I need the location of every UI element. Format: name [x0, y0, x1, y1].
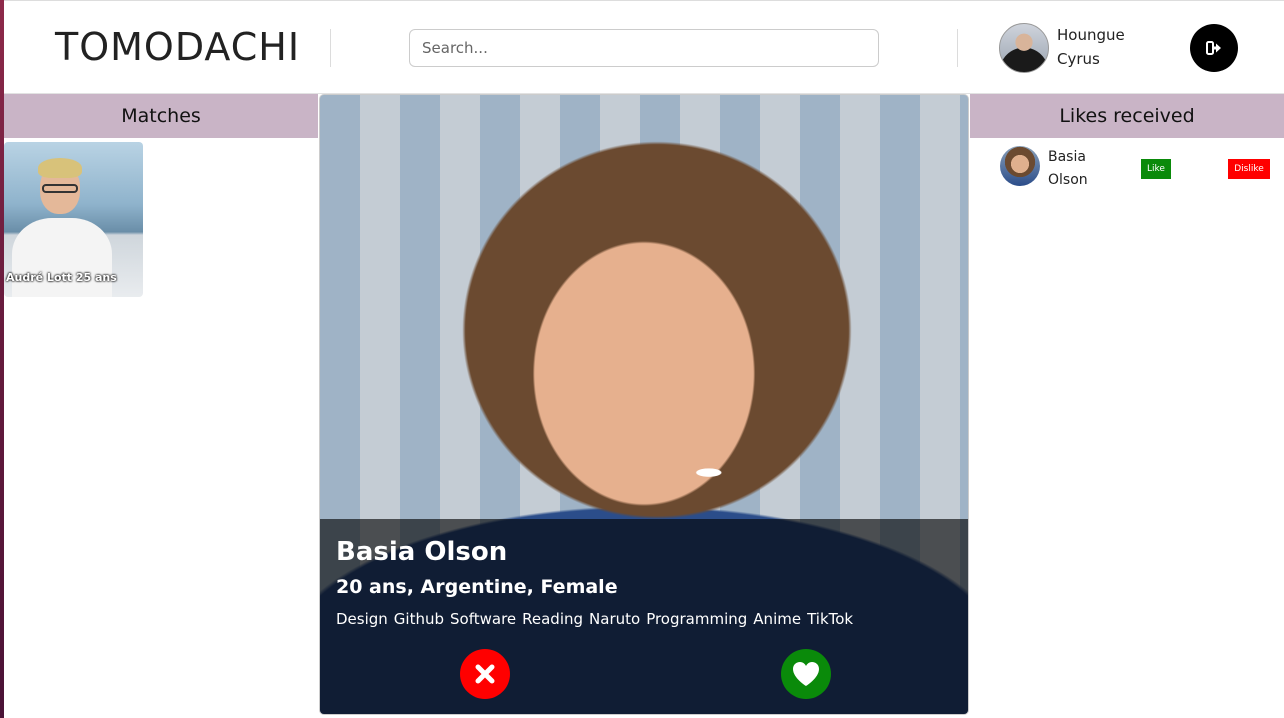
matches-header: Matches — [4, 94, 318, 138]
interest-tag: Anime — [753, 610, 802, 628]
likes-received-header: Likes received — [970, 94, 1284, 138]
liker-name: Basia Olson — [1048, 146, 1108, 192]
interest-tag: Naruto — [589, 610, 641, 628]
header-divider — [330, 29, 331, 67]
interest-tag: Github — [393, 610, 445, 628]
match-photo-shirt — [12, 218, 112, 297]
dislike-button[interactable] — [460, 649, 510, 699]
match-card[interactable]: Audré Lott 25 ans — [4, 142, 143, 297]
interest-tag: TikTok — [807, 610, 854, 628]
like-received-item: Basia Olson Like Dislike — [1000, 146, 1270, 192]
user-last-name: Cyrus — [1057, 50, 1100, 68]
app-logo[interactable]: TOMODACHI — [55, 25, 300, 69]
header-divider — [957, 29, 958, 67]
dislike-back-button[interactable]: Dislike — [1228, 159, 1270, 179]
like-back-button[interactable]: Like — [1141, 159, 1171, 179]
profile-interests: Design Github Software Reading Naruto Pr… — [336, 610, 853, 628]
user-name: Houngue Cyrus — [1057, 23, 1147, 71]
x-icon — [475, 664, 495, 684]
match-photo-hair — [38, 158, 82, 178]
interest-tag: Software — [450, 610, 517, 628]
top-header: TOMODACHI Houngue Cyrus — [4, 0, 1284, 94]
profile-name: Basia Olson — [336, 537, 508, 567]
profile-card: Basia Olson 20 ans, Argentine, Female De… — [319, 94, 969, 715]
user-first-name: Houngue — [1057, 26, 1125, 44]
match-photo-glasses — [42, 184, 78, 193]
profile-info-overlay: Basia Olson 20 ans, Argentine, Female De… — [320, 519, 968, 714]
user-avatar[interactable] — [999, 23, 1049, 73]
interest-tag: Programming — [646, 610, 748, 628]
logout-button[interactable] — [1190, 24, 1238, 72]
logout-icon — [1206, 41, 1221, 55]
liker-avatar[interactable] — [1000, 146, 1040, 186]
interest-tag: Design — [336, 610, 388, 628]
liker-last-name: Olson — [1048, 172, 1088, 188]
interest-tag: Reading — [522, 610, 584, 628]
like-button[interactable] — [781, 649, 831, 699]
profile-details: 20 ans, Argentine, Female — [336, 576, 618, 598]
matches-title: Matches — [121, 105, 201, 127]
heart-icon — [793, 662, 819, 686]
match-label: Audré Lott 25 ans — [6, 271, 117, 284]
search-input[interactable] — [409, 29, 879, 67]
likes-received-title: Likes received — [1059, 105, 1195, 127]
liker-first-name: Basia — [1048, 149, 1086, 165]
